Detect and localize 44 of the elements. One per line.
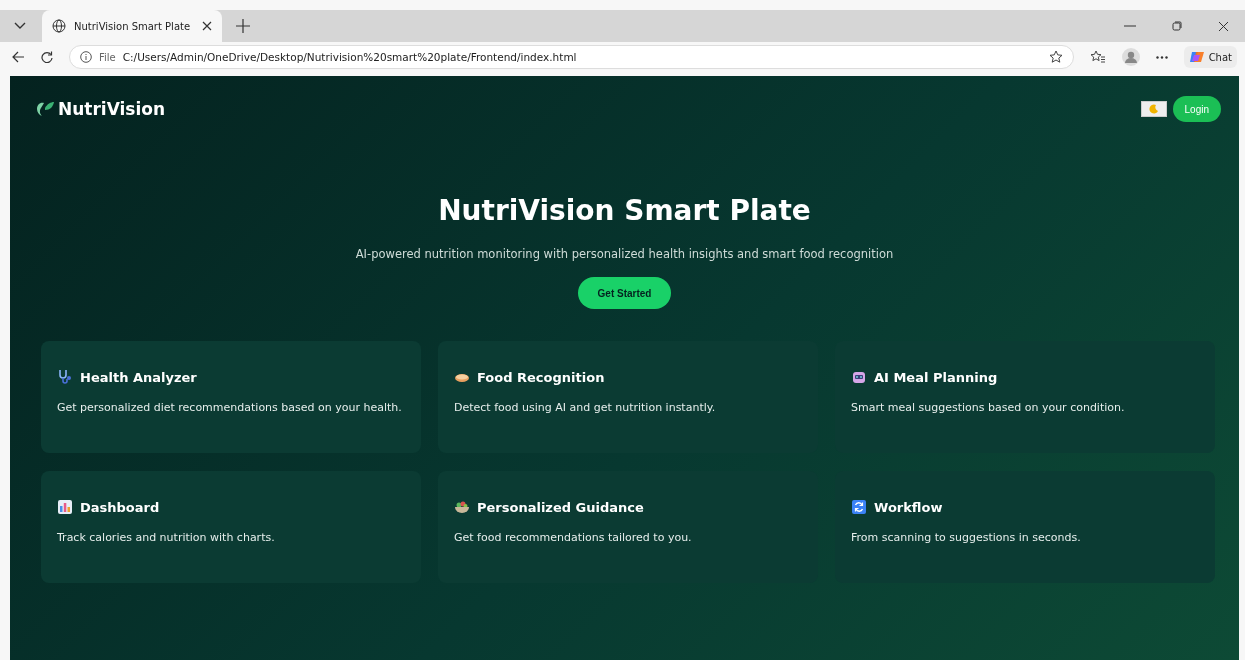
feature-description: Track calories and nutrition with charts. — [57, 530, 276, 546]
profile-avatar-icon[interactable] — [1121, 48, 1140, 66]
scheme-label: File — [99, 51, 116, 63]
salad-bowl-icon — [454, 499, 470, 515]
hero-title: NutriVision Smart Plate — [438, 194, 811, 227]
star-icon[interactable] — [1048, 50, 1063, 64]
tab-list-icon[interactable] — [14, 22, 26, 30]
url-text: C:/Users/Admin/OneDrive/Desktop/Nutrivision%20smart%20plate/Frontend/index.html — [122, 51, 577, 63]
hero-subtitle: AI-powered nutrition monitoring with personalized health insights and smart food recognition — [355, 247, 894, 261]
leaf-icon — [36, 101, 54, 117]
bar-chart-icon — [57, 499, 73, 515]
close-icon[interactable] — [202, 21, 212, 31]
close-icon[interactable] — [1218, 20, 1229, 32]
copilot-icon — [1188, 49, 1205, 65]
address-field[interactable]: File C:/Users/Admin/OneDrive/Desktop/Nutrivision%20smart%20plate/Frontend/index.html — [69, 45, 1074, 69]
feature-description: Get food recommendations tailored to you. — [454, 530, 693, 546]
feature-title: Food Recognition — [477, 369, 605, 385]
reload-icon[interactable] — [41, 51, 53, 63]
feature-description: Detect food using AI and get nutrition instantly. — [454, 400, 717, 416]
info-icon — [80, 51, 92, 63]
logo-text: NutriVision — [58, 99, 166, 119]
feature-title: AI Meal Planning — [874, 369, 998, 385]
restore-icon[interactable] — [1172, 21, 1182, 31]
chat-button[interactable]: Chat — [1183, 46, 1237, 68]
theme-toggle-button[interactable] — [1140, 101, 1167, 117]
robot-icon — [851, 369, 867, 385]
stethoscope-icon — [57, 369, 73, 385]
back-icon[interactable] — [12, 51, 25, 63]
feature-description: Get personalized diet recommendations based on your health. — [57, 400, 403, 416]
feature-title: Dashboard — [80, 499, 160, 515]
browser-tab[interactable]: NutriVision Smart Plate — [42, 10, 222, 42]
tab-title: NutriVision Smart Plate — [74, 20, 192, 32]
get-started-button[interactable]: Get Started — [577, 277, 672, 309]
feature-title: Health Analyzer — [80, 369, 197, 385]
more-icon[interactable] — [1155, 55, 1168, 59]
favorites-icon[interactable] — [1089, 50, 1106, 64]
feature-description: From scanning to suggestions in seconds. — [851, 530, 1082, 546]
feature-title: Workflow — [874, 499, 943, 515]
new-tab-icon[interactable] — [236, 19, 250, 33]
globe-icon — [52, 19, 66, 33]
feature-title: Personalized Guidance — [477, 499, 644, 515]
moon-icon — [1148, 104, 1160, 114]
refresh-icon — [851, 499, 867, 515]
feature-description: Smart meal suggestions based on your condition. — [851, 400, 1126, 416]
